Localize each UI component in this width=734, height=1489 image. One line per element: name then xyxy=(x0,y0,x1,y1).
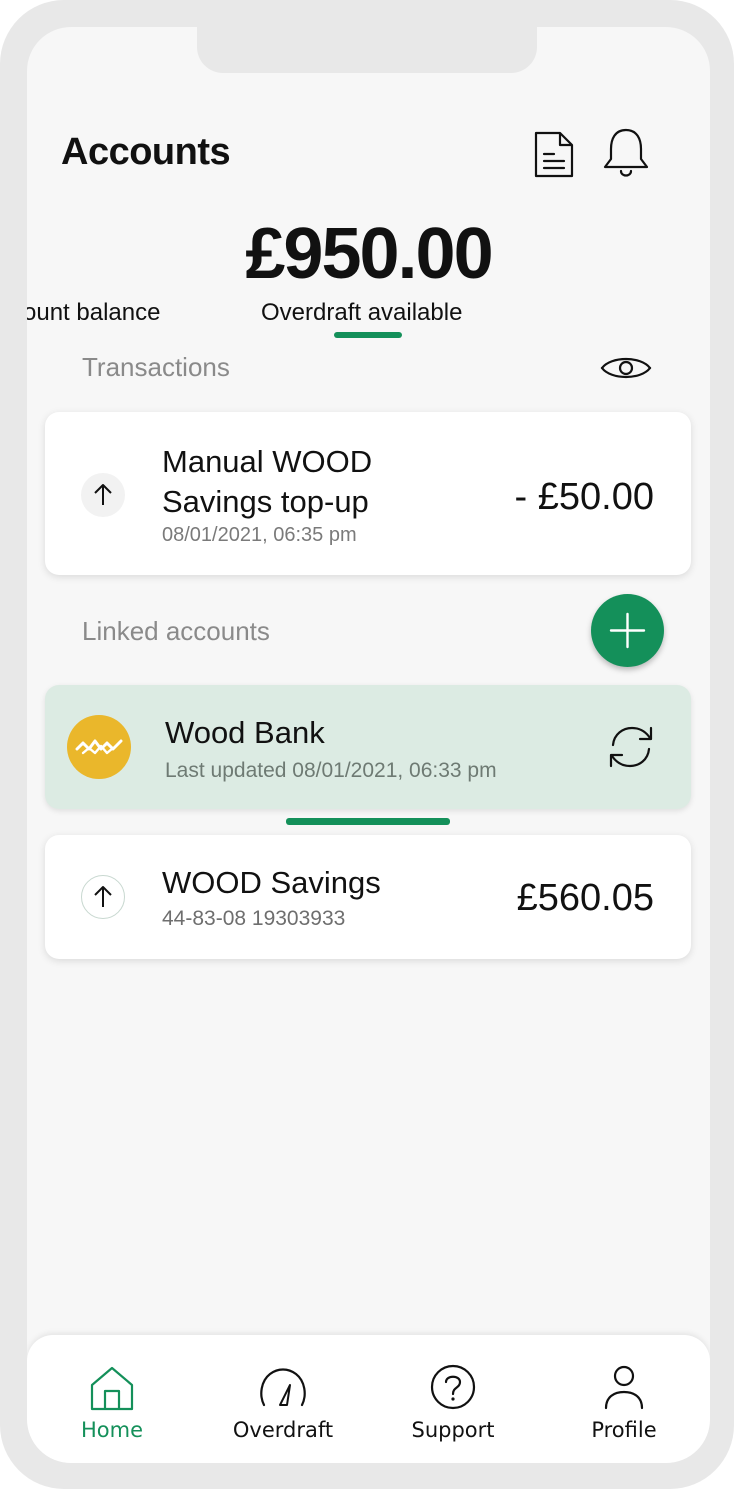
tab-account-balance[interactable]: ount balance xyxy=(27,299,160,327)
balance-amount: £950.00 xyxy=(245,214,493,294)
account-name: WOOD Savings xyxy=(162,865,381,900)
bottom-navigation: Home Overdraft Support Profile xyxy=(27,1335,710,1463)
nav-support[interactable]: Support xyxy=(368,1335,538,1463)
nav-support-label: Support xyxy=(411,1418,495,1442)
app-screen: Accounts £950.00 ount balance Overdraft … xyxy=(27,27,710,1463)
linked-accounts-heading: Linked accounts xyxy=(82,616,270,646)
account-number: 44-83-08 19303933 xyxy=(162,907,346,930)
account-balance: £560.05 xyxy=(516,877,654,919)
transaction-title: Manual WOOD Savings top-up xyxy=(162,444,373,519)
home-icon xyxy=(90,1366,134,1411)
active-tab-indicator xyxy=(334,332,402,338)
linked-bank-card[interactable]: Wood Bank Last updated 08/01/2021, 06:33… xyxy=(45,685,691,809)
savings-account-card[interactable]: WOOD Savings 44-83-08 19303933 £560.05 xyxy=(45,835,691,959)
eye-icon[interactable] xyxy=(599,353,653,383)
nav-overdraft[interactable]: Overdraft xyxy=(198,1335,368,1463)
person-icon xyxy=(604,1365,644,1410)
refresh-icon[interactable] xyxy=(605,723,657,771)
transaction-amount: - £50.00 xyxy=(514,476,654,518)
nav-overdraft-label: Overdraft xyxy=(232,1418,334,1442)
transaction-card[interactable]: Manual WOOD Savings top-up 08/01/2021, 0… xyxy=(45,412,691,575)
nav-profile-label: Profile xyxy=(591,1418,657,1442)
add-account-button[interactable] xyxy=(591,594,664,667)
tab-overdraft-available[interactable]: Overdraft available xyxy=(261,299,462,327)
arrow-up-icon xyxy=(81,875,125,919)
device-notch xyxy=(197,27,537,73)
nav-home[interactable]: Home xyxy=(27,1335,197,1463)
document-icon[interactable] xyxy=(532,130,576,180)
bank-name: Wood Bank xyxy=(165,715,325,750)
transactions-heading: Transactions xyxy=(82,352,230,382)
arrow-up-icon xyxy=(81,473,125,517)
help-icon xyxy=(430,1364,476,1410)
gauge-icon xyxy=(260,1368,306,1407)
phone-frame: Accounts £950.00 ount balance Overdraft … xyxy=(0,0,734,1489)
wood-bank-logo xyxy=(67,715,131,779)
bell-icon[interactable] xyxy=(601,127,651,181)
nav-profile[interactable]: Profile xyxy=(539,1335,709,1463)
page-title: Accounts xyxy=(61,131,231,173)
nav-home-label: Home xyxy=(80,1418,143,1442)
bank-last-updated: Last updated 08/01/2021, 06:33 pm xyxy=(165,759,497,782)
plus-icon xyxy=(609,612,646,649)
transaction-date: 08/01/2021, 06:35 pm xyxy=(162,524,357,546)
carousel-indicator xyxy=(286,818,450,825)
